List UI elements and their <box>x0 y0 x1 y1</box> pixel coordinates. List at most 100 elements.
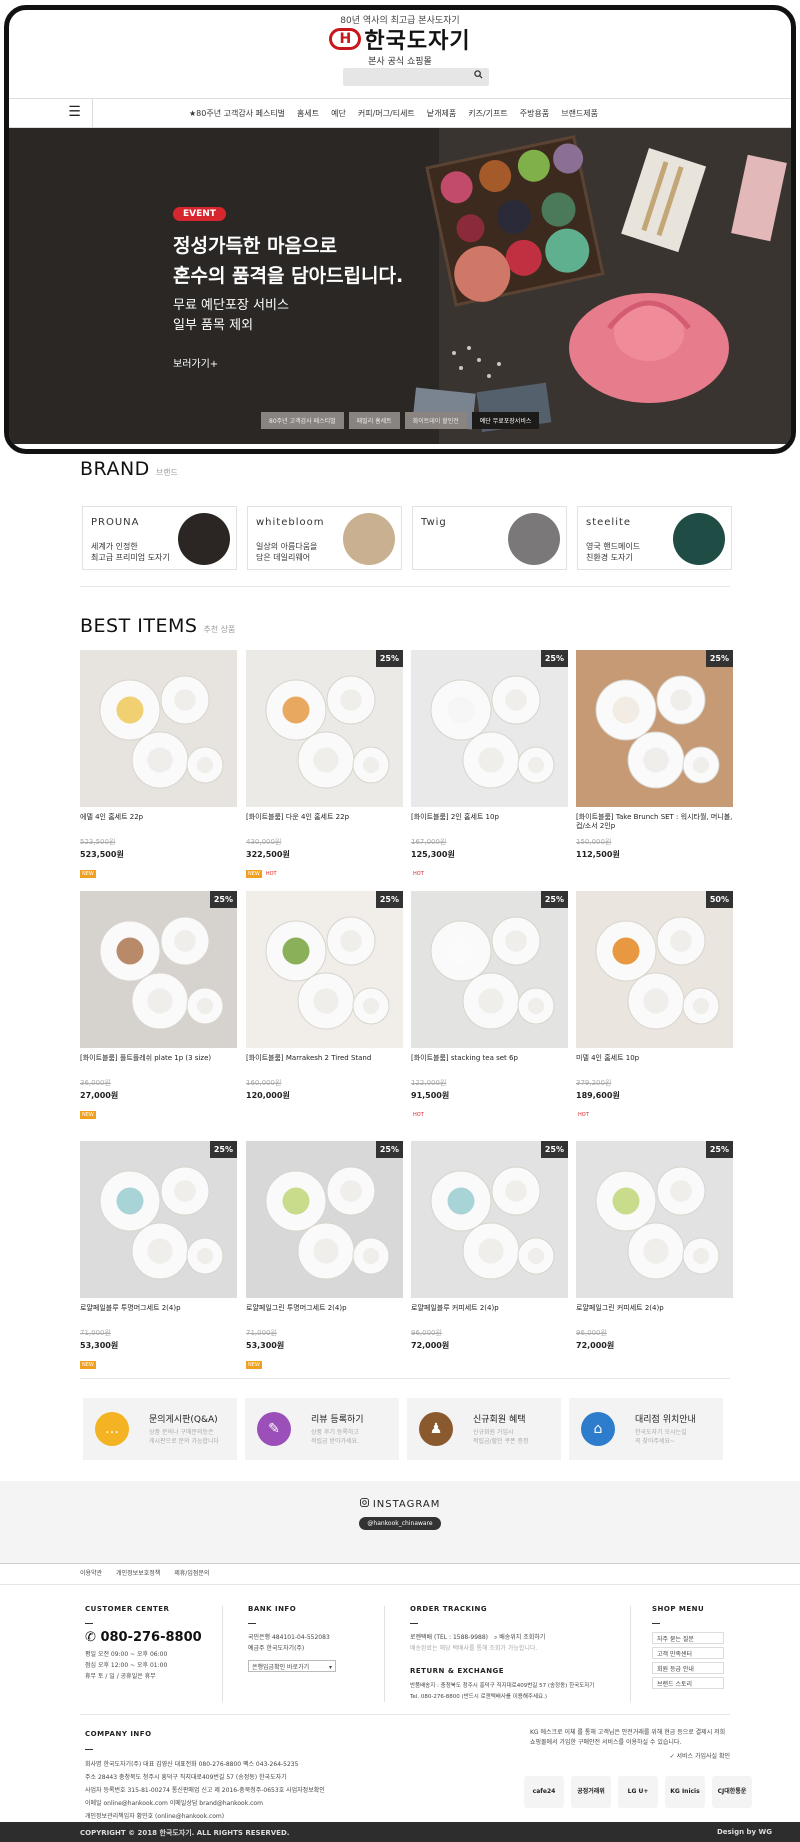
product-image[interactable] <box>80 650 237 807</box>
hero-tab[interactable]: 패밀리 홈세트 <box>348 412 400 429</box>
certification-logos: cafe24 공정거래위 LG U+ KG Inicis CJ대한통운 <box>524 1776 752 1808</box>
product-image[interactable]: 25% <box>80 1141 237 1298</box>
shop-menu-item[interactable]: 자주 묻는 질문 <box>652 1632 724 1644</box>
product-image[interactable]: 25% <box>411 891 568 1048</box>
customer-title: CUSTOMER CENTER <box>85 1605 170 1613</box>
nav-item[interactable]: 낱개제품 <box>427 108 456 119</box>
hero-more-link[interactable]: 보러가기+ <box>173 355 218 370</box>
product-name[interactable]: [화이트블룸] 플트플레쉬 plate 1p (3 size) <box>80 1054 237 1074</box>
nav-item[interactable]: 홈세트 <box>297 108 319 119</box>
brand-card[interactable]: Twig <box>412 506 567 570</box>
product-tag: NEW <box>246 1361 262 1369</box>
search-icon[interactable] <box>474 70 483 82</box>
product-image[interactable]: 25% <box>246 1141 403 1298</box>
product-card[interactable]: 25% 로얄페일블루 커피세트 2(4)p 96,000원 72,000원 <box>411 1141 568 1351</box>
product-original-price: 36,000원 <box>80 1079 111 1087</box>
product-name[interactable]: 미델 4인 홈세트 10p <box>576 1054 733 1074</box>
footer-link[interactable]: 이용약관 <box>80 1568 102 1577</box>
hero-tab[interactable]: 화이트데이 할인전 <box>404 412 467 429</box>
product-name[interactable]: [화이트블룸] 다운 4인 홈세트 22p <box>246 813 403 833</box>
service-link[interactable]: ♟ 신규회원 혜택 신규회원 가입시 적립금/할인 쿠폰 증정 <box>407 1398 561 1460</box>
bank-title: BANK INFO <box>248 1605 297 1613</box>
product-name[interactable]: 로얄페일블루 투명머그세트 2(4)p <box>80 1304 237 1324</box>
product-card[interactable]: 25% [화이트블룸] stacking tea set 6p 122,000원 91… <box>411 891 568 1120</box>
certification-logo[interactable]: LG U+ <box>618 1776 658 1808</box>
shop-title: SHOP MENU <box>652 1605 705 1613</box>
hero-tab[interactable]: 예단 무료포장서비스 <box>471 412 540 429</box>
product-image[interactable]: 25% <box>411 650 568 807</box>
search-input[interactable] <box>343 68 489 86</box>
nav-item[interactable]: 브랜드제품 <box>561 108 598 119</box>
product-card[interactable]: 25% 로얄페일그린 투명머그세트 2(4)p 71,000원 53,300원 NEW <box>246 1141 403 1370</box>
service-link[interactable]: ⌂ 대리점 위치안내 한국도자기 오시는길 꼭 찾아주세요~ <box>569 1398 723 1460</box>
product-image[interactable]: 25% <box>246 891 403 1048</box>
product-illustration <box>265 1166 390 1280</box>
product-name[interactable]: [화이트블룸] Take Brunch SET : 워시타월, 머니볼, 컵/소… <box>576 813 733 833</box>
service-title: 리뷰 등록하기 <box>311 1415 364 1425</box>
certification-logo[interactable]: 공정거래위 <box>571 1776 611 1808</box>
footer-link[interactable]: 제휴/입점문의 <box>174 1568 209 1577</box>
product-card[interactable]: 25% [화이트블룸] Marrakesh 2 Tired Stand 160,00… <box>246 891 403 1101</box>
hero-banner[interactable]: EVENT 정성가득한 마음으로 혼수의 품격을 담아드립니다. 무료 예단포장… <box>9 128 791 444</box>
bank-select[interactable]: 은행입금확인 바로가기 ▾ <box>248 1660 336 1672</box>
footer-link[interactable]: 개인정보보호정책 <box>116 1568 160 1577</box>
product-image[interactable]: 25% <box>411 1141 568 1298</box>
product-name[interactable]: 로얄페일블루 커피세트 2(4)p <box>411 1304 568 1324</box>
brand-description: 세계가 인정한 최고급 프리미엄 도자기 <box>91 541 170 563</box>
product-card[interactable]: 25% 로얄페일그린 커피세트 2(4)p 96,000원 72,000원 <box>576 1141 733 1351</box>
product-image[interactable]: 25% <box>576 650 733 807</box>
service-link[interactable]: ✎ 리뷰 등록하기 상품 후기 등록하고 적립금 받아가세요. <box>245 1398 399 1460</box>
nav-item[interactable]: 커피/머그/티세트 <box>358 108 415 119</box>
nav-item[interactable]: 주방용품 <box>520 108 549 119</box>
service-desc-line: 게시판으로 문의 가능합니다 <box>149 1438 220 1445</box>
certification-logo[interactable]: CJ대한통운 <box>712 1776 752 1808</box>
product-card[interactable]: 25% [화이트블룸] 다운 4인 홈세트 22p 430,000원 322,500원… <box>246 650 403 879</box>
service-link[interactable]: … 문의게시판(Q&A) 상품 문의나 구매문의등은 게시판으로 문의 가능합니다 <box>83 1398 237 1460</box>
brand-card[interactable]: PROUNA 세계가 인정한 최고급 프리미엄 도자기 <box>82 506 237 570</box>
shop-menu-item[interactable]: 브랜드 스토리 <box>652 1677 724 1689</box>
shop-menu-item[interactable]: 고객 만족센터 <box>652 1647 724 1659</box>
product-price: 322,500원 <box>246 850 290 859</box>
product-image[interactable]: 25% <box>80 891 237 1048</box>
product-card[interactable]: 25% [화이트블룸] 2인 홈세트 10p 167,000원 125,300원 HOT <box>411 650 568 879</box>
customer-phone: ✆ 080-276-8800 <box>85 1631 202 1644</box>
hero-tabs: 80주년 고객감사 페스티벌 패밀리 홈세트 화이트데이 할인전 예단 무료포장서비스 <box>261 412 540 429</box>
product-tag: HOT <box>263 870 279 878</box>
product-name[interactable]: 에델 4인 홈세트 22p <box>80 813 237 833</box>
nav-item[interactable]: 예단 <box>331 108 346 119</box>
product-image[interactable]: 25% <box>576 1141 733 1298</box>
brand-description: 일상의 아름다움을 담은 데일리웨어 <box>256 541 317 563</box>
product-tag: NEW <box>246 870 262 878</box>
product-image[interactable]: 25% <box>246 650 403 807</box>
certification-logo[interactable]: KG Inicis <box>665 1776 705 1808</box>
product-card[interactable]: 에델 4인 홈세트 22p 523,500원 523,500원 NEW <box>80 650 237 879</box>
product-card[interactable]: 25% 로얄페일블루 투명머그세트 2(4)p 71,000원 53,300원 NEW <box>80 1141 237 1370</box>
product-card[interactable]: 50% 미델 4인 홈세트 10p 379,200원 189,600원 HOT <box>576 891 733 1120</box>
event-badge: EVENT <box>173 207 226 221</box>
product-name[interactable]: [화이트블룸] stacking tea set 6p <box>411 1054 568 1074</box>
product-price: 53,300원 <box>80 1341 119 1350</box>
brand-card[interactable]: steelite 영국 핸드메이드 친환경 도자기 <box>577 506 732 570</box>
product-image[interactable]: 50% <box>576 891 733 1048</box>
nav-item[interactable]: 키즈/기프트 <box>468 108 508 119</box>
product-name[interactable]: [화이트블룸] 2인 홈세트 10p <box>411 813 568 833</box>
nav-item[interactable]: ★80주년 고객감사 페스티벌 <box>189 108 285 119</box>
product-name[interactable]: [화이트블룸] Marrakesh 2 Tired Stand <box>246 1054 403 1074</box>
instagram-title-text: INSTAGRAM <box>372 1499 441 1510</box>
product-name[interactable]: 로얄페일그린 커피세트 2(4)p <box>576 1304 733 1324</box>
hero-tab[interactable]: 80주년 고객감사 페스티벌 <box>261 412 344 429</box>
instagram-handle[interactable]: @hankook_chinaware <box>359 1517 441 1530</box>
menu-icon[interactable]: ☰ <box>57 98 93 128</box>
brand-card[interactable]: whitebloom 일상의 아름다움을 담은 데일리웨어 <box>247 506 402 570</box>
product-name[interactable]: 로얄페일그린 투명머그세트 2(4)p <box>246 1304 403 1324</box>
bank-holder: 예금주 한국도자기(주) <box>248 1645 305 1652</box>
escrow-check-button[interactable]: ✓ 서비스 가입사실 확인 <box>530 1752 730 1762</box>
order-track-button[interactable]: ⌕ 배송위치 조회하기 <box>494 1634 545 1641</box>
certification-logo[interactable]: cafe24 <box>524 1776 564 1808</box>
shop-menu-item[interactable]: 회원 등급 안내 <box>652 1662 724 1674</box>
logo[interactable]: H 한국도자기 <box>9 23 791 55</box>
product-card[interactable]: 25% [화이트블룸] 플트플레쉬 plate 1p (3 size) 36,000… <box>80 891 237 1120</box>
product-card[interactable]: 25% [화이트블룸] Take Brunch SET : 워시타월, 머니볼, … <box>576 650 733 860</box>
product-tags: HOT <box>411 1101 568 1120</box>
product-price: 72,000원 <box>576 1341 615 1350</box>
